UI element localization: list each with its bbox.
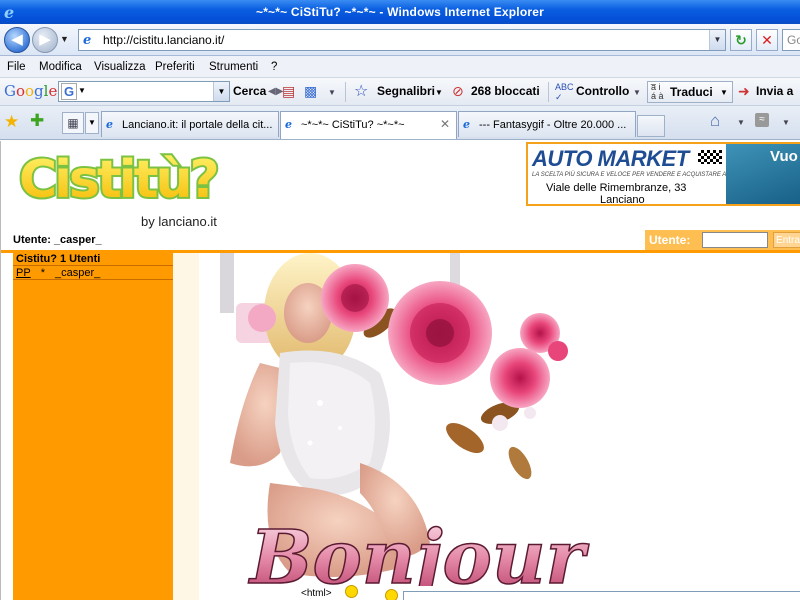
translate-label: Traduci: [670, 85, 713, 99]
list-item: PP * _casper_: [13, 267, 173, 280]
tab-label: ~*~*~ CiStiTu? ~*~*~: [301, 119, 405, 131]
tab-lanciano[interactable]: e Lanciano.it: il portale della cit...: [101, 111, 279, 137]
close-tab-icon[interactable]: ✕: [440, 117, 450, 131]
refresh-button[interactable]: ↻: [730, 29, 752, 51]
toolbar-separator: [345, 82, 346, 102]
tab-fantasygif[interactable]: e --- Fantasygif - Oltre 20.000 ...: [458, 111, 636, 137]
automarket-ad-banner[interactable]: AUTO MARKET LA SCELTA PIÙ SICURA E VELOC…: [526, 142, 800, 206]
chevron-down-icon: ▼: [720, 88, 728, 97]
chevron-down-icon[interactable]: ▼: [633, 88, 641, 97]
page-content: Cistitù? by lanciano.it Utente: _casper_…: [0, 141, 800, 600]
online-users-sidebar: Cistitu? 1 Utenti PP * _casper_: [13, 253, 173, 600]
tab-bar: ★ ✚ ▦ ▼ e Lanciano.it: il portale della …: [0, 106, 800, 140]
private-message-link[interactable]: PP: [16, 267, 31, 279]
username-input[interactable]: [702, 232, 768, 248]
forward-button[interactable]: ▶: [32, 27, 58, 53]
google-search-button[interactable]: Cerca: [233, 84, 266, 98]
popup-blocked-count[interactable]: 268 bloccati: [471, 84, 540, 98]
menu-modifica[interactable]: Modifica: [39, 61, 82, 73]
smiley-icon[interactable]: [385, 589, 398, 600]
tab-cistitu[interactable]: e ~*~*~ CiStiTu? ~*~*~ ✕: [280, 111, 457, 139]
url-input[interactable]: e http://cistitu.lanciano.it/ ▼: [78, 29, 726, 51]
favorites-star-icon[interactable]: ★: [4, 112, 19, 132]
rss-feed-icon[interactable]: ≈: [755, 113, 769, 127]
stop-button[interactable]: ✕: [756, 29, 778, 51]
window-titlebar: e ~*~*~ CiStiTu? ~*~*~ - Windows Interne…: [0, 0, 800, 24]
toolbar-separator: [548, 82, 549, 102]
window-title: ~*~*~ CiStiTu? ~*~*~ - Windows Internet …: [255, 5, 544, 19]
user-name[interactable]: _casper_: [55, 267, 100, 279]
sidebar-gutter: [173, 253, 199, 600]
home-icon[interactable]: ⌂: [710, 111, 720, 131]
cistitu-logo[interactable]: Cistitù?: [15, 147, 235, 211]
url-text: http://cistitu.lanciano.it/: [103, 33, 225, 47]
html-button[interactable]: <html>: [301, 588, 332, 599]
translate-button[interactable]: a̅ iá à Traduci ▼: [647, 81, 733, 103]
puzzle-icon[interactable]: ▩: [304, 83, 317, 100]
chevron-down-icon[interactable]: ▼: [328, 88, 336, 97]
ie-page-icon: e: [285, 118, 292, 131]
tab-label: Lanciano.it: il portale della cit...: [122, 119, 273, 131]
translate-icon: a̅ iá à: [651, 82, 664, 101]
send-to-icon[interactable]: ➜: [738, 83, 750, 100]
chevron-down-icon: ▼: [435, 88, 443, 97]
menu-strumenti[interactable]: Strumenti: [209, 61, 258, 73]
ad-city: Lanciano: [600, 194, 645, 206]
menu-bar: File Modifica Visualizza Preferiti Strum…: [0, 56, 800, 78]
menu-file[interactable]: File: [7, 61, 26, 73]
live-search-input[interactable]: Go: [782, 29, 800, 51]
url-dropdown-icon[interactable]: ▼: [709, 30, 725, 50]
bookmarks-button[interactable]: Segnalibri▼: [377, 84, 443, 98]
smiley-icon[interactable]: [345, 585, 358, 598]
google-g-icon[interactable]: G: [61, 83, 77, 100]
login-label: Utente:: [649, 233, 691, 247]
artwork-caption: Bonjour: [248, 515, 590, 593]
popup-blocker-icon[interactable]: ⊘: [452, 83, 464, 100]
send-to-button[interactable]: Invia a: [756, 84, 793, 98]
login-button[interactable]: Entra: [773, 232, 800, 248]
checkered-flag-icon: [698, 150, 722, 164]
tab-label: --- Fantasygif - Oltre 20.000 ...: [479, 119, 627, 131]
chevron-down-icon[interactable]: ▼: [782, 118, 790, 127]
chevron-down-icon[interactable]: ▼: [78, 86, 86, 95]
google-toolbar: Google G ▼ ▼ Cerca ◀▶ ▤ ▩ ▼ ☆ Segnalibri…: [0, 78, 800, 106]
bonjour-glitter-image: Bonjour: [200, 253, 800, 593]
spellcheck-button[interactable]: Controllo: [576, 84, 629, 98]
add-favorite-icon[interactable]: ✚: [30, 111, 44, 131]
new-tab-button[interactable]: [637, 115, 665, 137]
menu-help[interactable]: ?: [271, 61, 277, 73]
ad-address: Viale delle Rimembranze, 33: [546, 182, 687, 194]
login-bar: Utente: Entra: [645, 230, 800, 250]
google-logo[interactable]: Google: [4, 82, 57, 100]
chevron-down-icon[interactable]: ▼: [737, 118, 745, 127]
back-button[interactable]: ◀: [4, 27, 30, 53]
page-icon: e: [83, 33, 92, 48]
online-users-header: Cistitu? 1 Utenti: [13, 253, 173, 266]
history-dropdown-icon[interactable]: ▼: [60, 34, 69, 44]
news-icon[interactable]: ▤: [282, 83, 295, 100]
ad-photo-panel: Vuo: [726, 144, 800, 204]
bookmarks-label: Segnalibri: [377, 84, 436, 98]
ie-page-icon: e: [106, 118, 113, 131]
quick-tabs-button[interactable]: ▦: [62, 112, 84, 134]
current-user-label: Utente: _casper_: [13, 234, 102, 246]
ad-side-text: Vuo: [770, 148, 798, 165]
tab-list-dropdown-icon[interactable]: ▼: [85, 112, 99, 134]
ad-tagline: LA SCELTA PIÙ SICURA E VELOCE PER VENDER…: [532, 172, 739, 178]
menu-visualizza[interactable]: Visualizza: [94, 61, 146, 73]
ad-brand: AUTO MARKET: [532, 146, 689, 171]
star-bookmark-icon[interactable]: ☆: [354, 81, 368, 101]
user-marker: *: [40, 267, 45, 279]
search-history-dropdown-icon[interactable]: ▼: [213, 82, 229, 101]
message-textarea[interactable]: [403, 591, 800, 600]
google-search-input[interactable]: G ▼ ▼: [58, 81, 230, 102]
address-bar: ◀ ▶ ▼ e http://cistitu.lanciano.it/ ▼ ↻ …: [0, 24, 800, 56]
logo-text: Cistitù?: [19, 150, 217, 210]
menu-preferiti[interactable]: Preferiti: [155, 61, 195, 73]
logo-byline: by lanciano.it: [141, 214, 217, 229]
spellcheck-icon[interactable]: ABC ✓: [555, 82, 574, 103]
ie-page-icon: e: [463, 118, 470, 131]
